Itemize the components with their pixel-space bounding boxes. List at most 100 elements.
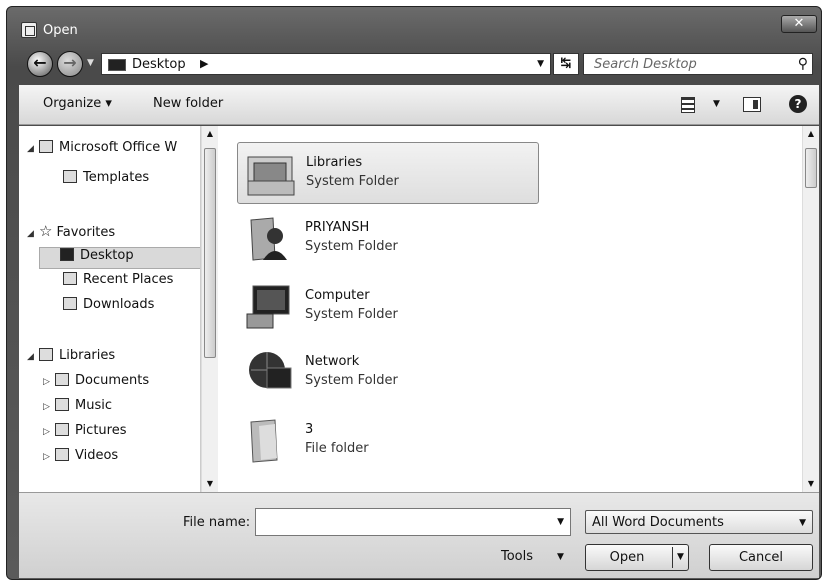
cancel-button[interactable]: Cancel — [709, 544, 813, 571]
file-type: File folder — [305, 441, 369, 456]
downloads-icon — [63, 297, 77, 310]
nav-pane-scrollbar[interactable]: ▲ ▼ — [201, 126, 218, 492]
organize-button[interactable]: Organize ▾ — [43, 96, 112, 111]
change-view-icon[interactable] — [681, 97, 695, 113]
nav-item-label: Documents — [75, 373, 150, 388]
scroll-thumb[interactable] — [805, 148, 817, 188]
open-dialog: Open ✕ ← → ▼ Desktop ▶ ▼ ↹ Search Deskto… — [6, 6, 822, 580]
file-type: System Folder — [306, 174, 399, 189]
file-item-computer[interactable]: Computer System Folder — [237, 276, 539, 338]
file-name: 3 — [305, 422, 314, 437]
nav-item-videos[interactable]: ▷ Videos — [43, 448, 118, 470]
nav-item-favorites[interactable]: ◢ ☆ Favorites — [27, 222, 115, 244]
nav-item-label: Recent Places — [83, 272, 174, 287]
nav-item-label: Downloads — [83, 297, 155, 312]
network-icon — [245, 350, 295, 396]
nav-item-label: Desktop — [80, 248, 134, 263]
expand-arrow-icon[interactable]: ▷ — [43, 452, 55, 462]
expand-arrow-icon[interactable]: ▷ — [43, 402, 55, 412]
breadcrumb-chevron-icon[interactable]: ▶ — [200, 57, 208, 70]
preview-pane-icon[interactable] — [743, 97, 761, 112]
breadcrumb-desktop[interactable]: Desktop — [132, 57, 186, 72]
user-folder-icon — [245, 216, 295, 262]
close-button[interactable]: ✕ — [781, 15, 817, 33]
recent-locations-dropdown[interactable]: ▼ — [87, 58, 94, 68]
address-bar: ← → ▼ Desktop ▶ ▼ ↹ Search Desktop ⚲ — [7, 43, 821, 85]
scroll-down-arrow-icon[interactable]: ▼ — [202, 476, 218, 492]
nav-item-desktop[interactable]: Desktop — [39, 247, 200, 269]
window-title: Open — [43, 23, 78, 38]
nav-item-label: Pictures — [75, 423, 127, 438]
documents-icon — [55, 373, 69, 386]
tools-button[interactable]: Tools — [501, 549, 533, 564]
navigation-pane: ◢ Microsoft Office W Templates ◢ ☆ Favorites D… — [19, 126, 201, 492]
scroll-up-arrow-icon[interactable]: ▲ — [202, 126, 218, 142]
desktop-icon — [108, 59, 126, 71]
open-button[interactable]: Open ▼ — [585, 544, 689, 571]
command-bar: Organize ▾ New folder ▼ ? — [19, 85, 819, 125]
scroll-thumb[interactable] — [204, 148, 216, 358]
libraries-icon — [39, 348, 53, 361]
videos-icon — [55, 448, 69, 461]
open-button-label: Open — [609, 550, 645, 565]
nav-item-label: Microsoft Office W — [59, 140, 178, 155]
back-button[interactable]: ← — [27, 51, 53, 77]
scroll-down-arrow-icon[interactable]: ▼ — [803, 476, 819, 492]
nav-item-label: Videos — [75, 448, 119, 463]
expand-arrow-icon[interactable]: ◢ — [27, 144, 39, 154]
chevron-down-icon: ▼ — [799, 518, 806, 528]
file-item-priyansh[interactable]: PRIYANSH System Folder — [237, 208, 539, 270]
expand-arrow-icon[interactable]: ◢ — [27, 352, 39, 362]
expand-arrow-icon[interactable]: ▷ — [43, 427, 55, 437]
file-type: System Folder — [305, 373, 398, 388]
title-bar: Open ✕ — [7, 7, 821, 43]
nav-item-label: Music — [75, 398, 112, 413]
nav-item-microsoft-office-w[interactable]: ◢ Microsoft Office W — [27, 140, 177, 162]
nav-item-recent-places[interactable]: Recent Places — [43, 272, 173, 294]
new-folder-button[interactable]: New folder — [153, 96, 223, 111]
file-type: System Folder — [305, 307, 398, 322]
help-icon[interactable]: ? — [789, 95, 807, 113]
file-name: Computer — [305, 288, 370, 303]
search-icon[interactable]: ⚲ — [798, 56, 808, 72]
forward-button[interactable]: → — [57, 51, 83, 77]
file-item-network[interactable]: Network System Folder — [237, 342, 539, 404]
file-list: Libraries System Folder PRIYANSH System Fol… — [219, 126, 801, 492]
expand-arrow-icon[interactable]: ◢ — [27, 229, 39, 239]
search-input[interactable]: Search Desktop ⚲ — [583, 53, 813, 75]
file-name: Network — [305, 354, 360, 369]
address-dropdown-icon[interactable]: ▼ — [537, 59, 544, 69]
nav-item-libraries[interactable]: ◢ Libraries — [27, 348, 115, 370]
word-document-icon — [21, 22, 37, 38]
back-arrow-icon: ← — [33, 53, 47, 72]
bottom-panel: File name: ▼ All Word Documents ▼ Tools … — [19, 492, 819, 578]
file-type: System Folder — [305, 239, 398, 254]
forward-arrow-icon: → — [63, 53, 77, 72]
nav-item-documents[interactable]: ▷ Documents — [43, 373, 149, 395]
file-name-dropdown-icon[interactable]: ▼ — [557, 517, 564, 527]
scroll-up-arrow-icon[interactable]: ▲ — [803, 126, 819, 142]
nav-item-music[interactable]: ▷ Music — [43, 398, 112, 420]
nav-item-label: Favorites — [56, 225, 116, 240]
nav-item-label: Libraries — [59, 348, 116, 363]
folder-icon — [245, 418, 295, 464]
file-item-3[interactable]: 3 File folder — [237, 410, 539, 472]
nav-item-pictures[interactable]: ▷ Pictures — [43, 423, 126, 445]
nav-item-downloads[interactable]: Downloads — [43, 297, 154, 319]
file-type-select[interactable]: All Word Documents ▼ — [585, 510, 813, 534]
folder-icon — [63, 170, 77, 183]
view-options-dropdown-icon[interactable]: ▼ — [713, 99, 720, 109]
tools-dropdown-icon[interactable]: ▼ — [557, 552, 564, 562]
file-type-value: All Word Documents — [592, 515, 724, 530]
file-item-libraries[interactable]: Libraries System Folder — [237, 142, 539, 204]
refresh-button[interactable]: ↹ — [553, 53, 579, 75]
breadcrumb[interactable]: Desktop ▶ ▼ — [101, 53, 551, 75]
nav-item-templates[interactable]: Templates — [43, 170, 149, 192]
file-list-scrollbar[interactable]: ▲ ▼ — [802, 126, 819, 492]
content-area: ◢ Microsoft Office W Templates ◢ ☆ Favorites D… — [19, 126, 819, 492]
expand-arrow-icon[interactable]: ▷ — [43, 377, 55, 387]
open-options-dropdown-icon[interactable]: ▼ — [672, 547, 688, 568]
file-name: PRIYANSH — [305, 220, 370, 235]
file-name-field[interactable]: ▼ — [255, 508, 571, 536]
nav-item-label: Templates — [83, 170, 150, 185]
